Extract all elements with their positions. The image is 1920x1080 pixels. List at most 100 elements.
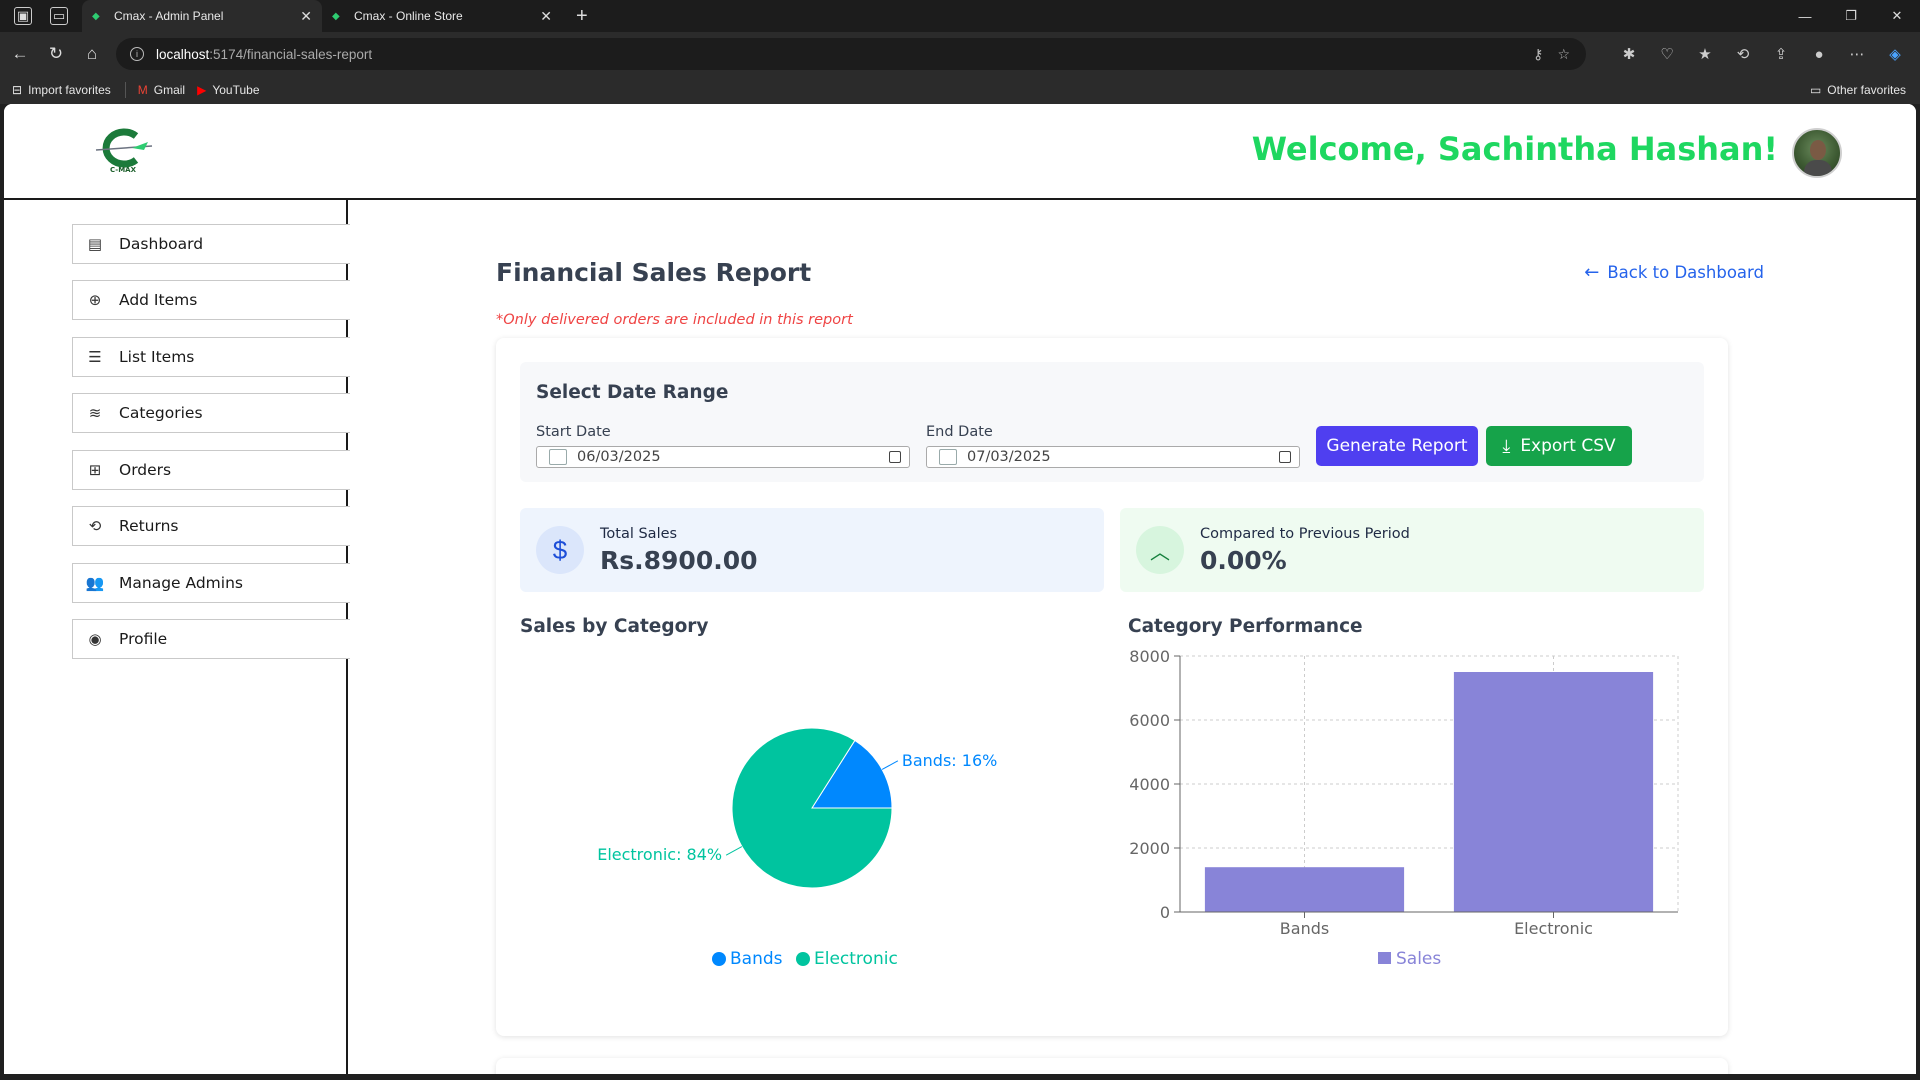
sidebar-item-add-items[interactable]: ⊕ Add Items — [72, 280, 350, 320]
pie-label-line — [881, 760, 899, 770]
start-date-label: Start Date — [536, 424, 611, 440]
x-tick-label: Electronic — [1514, 919, 1593, 938]
password-key-icon[interactable]: ⚷ — [1533, 46, 1543, 63]
restore-icon[interactable]: ❐ — [1828, 0, 1874, 32]
tab-online-store[interactable]: ◆ Cmax - Online Store ✕ — [322, 0, 562, 32]
welcome-message: Welcome, Sachintha Hashan! — [1251, 130, 1778, 168]
date-picker-icon[interactable] — [1279, 451, 1291, 463]
bar-bands[interactable] — [1204, 867, 1405, 912]
site-info-icon[interactable]: i — [130, 47, 144, 61]
y-tick-label: 2000 — [1129, 839, 1170, 858]
folder-icon: ▭ — [1809, 83, 1822, 97]
bar-electronic[interactable] — [1453, 672, 1654, 912]
sidebar-item-manage-admins[interactable]: 👥 Manage Admins — [72, 563, 350, 603]
address-bar-row: ← ↻ ⌂ i localhost:5174/financial-sales-r… — [0, 32, 1920, 76]
y-tick-label: 6000 — [1129, 711, 1170, 730]
start-date-input[interactable]: 06/03/2025 — [536, 446, 910, 468]
total-sales-card: $ Total Sales Rs.8900.00 — [520, 508, 1104, 592]
sidebar-item-label: List Items — [119, 348, 195, 366]
add-items-icon: ⊕ — [88, 291, 102, 309]
sidebar-item-orders[interactable]: ⊞ Orders — [72, 450, 350, 490]
legend-label[interactable]: Electronic — [814, 949, 898, 969]
chevron-up-icon: ︿ — [1136, 526, 1184, 574]
layers-icon: ≋ — [88, 404, 102, 422]
share-icon[interactable]: ⇪ — [1766, 38, 1796, 70]
y-tick-label: 0 — [1160, 903, 1170, 922]
extensions-icon[interactable]: ✱ — [1614, 38, 1644, 70]
sidebar-item-categories[interactable]: ≋ Categories — [72, 393, 350, 433]
download-icon: ⤓ — [1502, 435, 1511, 457]
favorite-label: Gmail — [153, 83, 186, 97]
minimize-icon[interactable]: — — [1782, 0, 1828, 32]
favorites-bar: ⊟ Import favorites M Gmail ▶ YouTube ▭ O… — [0, 76, 1920, 104]
calendar-icon — [549, 449, 567, 465]
bar-chart-title: Category Performance — [1128, 616, 1363, 637]
users-icon: 👥 — [85, 574, 105, 592]
new-tab-icon[interactable]: + — [576, 5, 588, 28]
date-picker-icon[interactable] — [889, 451, 901, 463]
end-date-input[interactable]: 07/03/2025 — [926, 446, 1300, 468]
legend-label[interactable]: Sales — [1396, 949, 1441, 969]
sidebar-item-label: Manage Admins — [119, 574, 243, 592]
sidebar-item-label: Profile — [119, 630, 168, 648]
pie-data-label: Bands: 16% — [902, 751, 997, 770]
comparison-label: Compared to Previous Period — [1200, 526, 1410, 542]
pie-data-label: Electronic: 84% — [597, 845, 722, 864]
end-date-label: End Date — [926, 424, 993, 440]
gmail-icon: M — [137, 83, 148, 97]
favorite-youtube[interactable]: ▶ YouTube — [197, 83, 259, 97]
report-card: Select Date Range Start Date 06/03/2025 … — [496, 338, 1728, 1036]
app-header: C-MAX Welcome, Sachintha Hashan! — [4, 104, 1916, 200]
history-icon[interactable]: ⟲ — [1728, 38, 1758, 70]
tab-actions-icon[interactable]: ▭ — [50, 7, 68, 25]
legend-label[interactable]: Bands — [730, 949, 783, 969]
legend-swatch — [796, 952, 810, 966]
user-avatar[interactable] — [1792, 128, 1842, 178]
favorite-import[interactable]: ⊟ Import favorites — [12, 83, 111, 97]
sidebar-item-profile[interactable]: ◉ Profile — [72, 619, 350, 659]
generate-report-button[interactable]: Generate Report — [1316, 426, 1478, 466]
sidebar-item-returns[interactable]: ⟲ Returns — [72, 506, 350, 546]
import-icon: ⊟ — [12, 83, 23, 97]
back-to-dashboard-link[interactable]: ← Back to Dashboard — [1584, 262, 1764, 283]
copilot-icon[interactable]: ◈ — [1880, 38, 1910, 70]
url-field[interactable]: i localhost:5174/financial-sales-report … — [116, 38, 1586, 70]
sidebar-item-dashboard[interactable]: ▤ Dashboard — [72, 224, 350, 264]
export-csv-button[interactable]: ⤓ Export CSV — [1486, 426, 1632, 466]
y-tick-label: 8000 — [1129, 648, 1170, 666]
sidebar-item-label: Add Items — [119, 291, 198, 309]
comparison-card: ︿ Compared to Previous Period 0.00% — [1120, 508, 1704, 592]
cmax-favicon: ◆ — [332, 10, 340, 22]
favorites-icon[interactable]: ★ — [1690, 38, 1720, 70]
date-range-panel: Select Date Range Start Date 06/03/2025 … — [520, 362, 1704, 482]
workspaces-icon[interactable]: ▣ — [14, 7, 32, 25]
dollar-icon: $ — [536, 526, 584, 574]
browser-tab-bar: ▣ ▭ ◆ Cmax - Admin Panel ✕ ◆ Cmax - Onli… — [0, 0, 1920, 32]
page-title: Financial Sales Report — [496, 258, 812, 287]
more-options-icon[interactable]: ⋯ — [1842, 38, 1872, 70]
favorite-gmail[interactable]: M Gmail — [138, 83, 185, 97]
profile-avatar-icon[interactable]: ● — [1804, 38, 1834, 70]
tab-title: Cmax - Admin Panel — [114, 9, 224, 23]
sidebar-item-list-items[interactable]: ☰ List Items — [72, 337, 350, 377]
close-tab-icon[interactable]: ✕ — [300, 8, 312, 25]
close-tab-icon[interactable]: ✕ — [540, 8, 552, 25]
refresh-icon[interactable]: ↻ — [40, 38, 72, 70]
browser-essentials-icon[interactable]: ♡ — [1652, 38, 1682, 70]
cmax-logo[interactable]: C-MAX — [92, 128, 156, 174]
other-favorites[interactable]: ▭ Other favorites — [1810, 83, 1906, 97]
back-icon[interactable]: ← — [4, 38, 36, 70]
url-path: :5174/financial-sales-report — [209, 46, 373, 62]
category-performance-bar-chart: 0 2000 4000 6000 8000 Bands Electronic Sales — [1129, 648, 1679, 969]
tab-admin-panel[interactable]: ◆ Cmax - Admin Panel ✕ — [82, 0, 322, 32]
favorite-star-icon[interactable]: ☆ — [1557, 46, 1570, 63]
arrow-left-icon: ← — [1584, 262, 1600, 283]
y-tick-label: 4000 — [1129, 775, 1170, 794]
close-window-icon[interactable]: ✕ — [1874, 0, 1920, 32]
favorite-label: Import favorites — [28, 83, 111, 97]
back-link-label: Back to Dashboard — [1607, 263, 1764, 282]
svg-text:C-MAX: C-MAX — [110, 166, 137, 174]
secondary-card — [496, 1058, 1728, 1074]
legend-swatch — [712, 952, 726, 966]
home-icon[interactable]: ⌂ — [76, 38, 108, 70]
